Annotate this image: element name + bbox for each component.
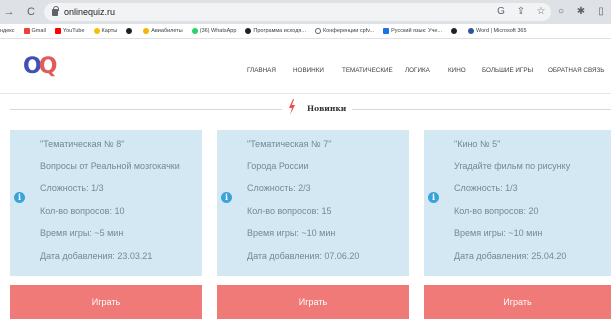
extension-icon[interactable]: ○ <box>555 5 567 19</box>
bookmark-github-2[interactable] <box>450 28 459 34</box>
section-title: Новинки <box>307 104 347 113</box>
site-header: OQ ГЛАВНАЯ НОВИНКИ ТЕМАТИЧЕСКИЕ ЛОГИКА К… <box>0 40 611 94</box>
bookmark-label: Программа исходя... <box>253 28 306 34</box>
quiz-difficulty: Сложность: 2/3 <box>247 183 311 193</box>
quiz-title: "Тематическая № 8" <box>40 139 125 149</box>
share-icon[interactable]: ⇪ <box>515 5 527 19</box>
url-text: onlinequiz.ru <box>64 7 116 17</box>
bookmark-label: Русский язык: Уче... <box>391 28 442 34</box>
gmail-icon <box>23 28 30 34</box>
bookmark-russian[interactable]: Русский язык: Уче... <box>383 28 442 34</box>
bookmark-label: YouTube <box>62 28 85 34</box>
section-heading: Новинки <box>0 95 611 125</box>
quiz-date-added: Дата добавления: 07.06.20 <box>247 251 360 261</box>
quiz-date-added: Дата добавления: 23.03.21 <box>40 251 153 261</box>
menu-item-logic[interactable]: ЛОГИКА <box>405 67 430 74</box>
bookmark-label: Word | Microsoft 365 <box>475 28 527 34</box>
menu-item-home[interactable]: ГЛАВНАЯ <box>247 67 276 74</box>
reload-icon[interactable]: C <box>24 5 38 19</box>
quiz-title: "Тематическая № 7" <box>247 139 332 149</box>
quiz-card[interactable]: i "Тематическая № 7" Города России Сложн… <box>217 130 409 276</box>
quiz-duration: Время игры: ~5 мин <box>40 228 124 238</box>
bookmark-yandex[interactable]: ндекс <box>0 28 15 34</box>
bookmark-label: ндекс <box>0 28 15 34</box>
quiz-title: "Кино № 5" <box>454 139 501 149</box>
menu-item-cinema[interactable]: КИНО <box>448 67 466 74</box>
bookmark-conferences[interactable]: Конференции срfv... <box>315 28 374 34</box>
lightning-bolt-icon <box>288 99 296 115</box>
lock-icon <box>52 5 59 16</box>
bookmark-label: Gmail <box>31 28 46 34</box>
bookmark-word[interactable]: Word | Microsoft 365 <box>467 28 527 34</box>
quiz-question-count: Кол-во вопросов: 15 <box>247 206 332 216</box>
bookmark-flights[interactable]: Авиабилеты <box>143 28 183 34</box>
quiz-duration: Время игры: ~10 мин <box>454 228 543 238</box>
play-button[interactable]: Играть <box>10 285 202 319</box>
menu-item-new[interactable]: НОВИНКИ <box>293 67 324 74</box>
bookmark-label: Конференции срfv... <box>323 28 375 34</box>
url-field[interactable]: onlinequiz.ru <box>44 3 551 21</box>
puzzle-icon[interactable]: ✱ <box>575 5 587 19</box>
info-icon: i <box>428 192 439 203</box>
forward-arrow-icon[interactable]: → <box>2 5 16 19</box>
bookmark-label: Карты <box>101 28 118 34</box>
menu-item-big-games[interactable]: БОЛЬШИЕ ИГРЫ <box>482 67 533 74</box>
quiz-duration: Время игры: ~10 мин <box>247 228 336 238</box>
quiz-card[interactable]: i "Кино № 5" Угадайте фильм по рисунку С… <box>424 130 611 276</box>
bookmark-github[interactable] <box>126 28 134 34</box>
google-icon[interactable]: G <box>495 5 507 19</box>
bookmark-label: Авиабилеты <box>151 28 183 34</box>
info-icon: i <box>14 192 25 203</box>
quiz-date-added: Дата добавления: 25.04.20 <box>454 251 567 261</box>
quiz-subtitle: Угадайте фильм по рисунку <box>454 161 571 171</box>
heading-divider-left <box>10 109 282 110</box>
bookmark-star-icon[interactable]: ☆ <box>535 5 547 19</box>
play-button[interactable]: Играть <box>217 285 409 319</box>
browser-toolbar-icons: G ⇪ ☆ ○ ✱ ▯ <box>495 5 607 19</box>
menu-item-feedback[interactable]: ОБРАТНАЯ СВЯЗЬ <box>548 67 604 74</box>
quiz-difficulty: Сложность: 1/3 <box>40 183 104 193</box>
maps-pin-icon <box>93 28 100 34</box>
play-button[interactable]: Играть <box>424 285 611 319</box>
bookmark-label: (36) WhatsApp <box>199 28 237 34</box>
info-icon: i <box>221 192 232 203</box>
bookmarks-bar: ндекс Gmail YouTube Карты Авиабилеты (36… <box>0 24 611 39</box>
quiz-difficulty: Сложность: 1/3 <box>454 183 518 193</box>
conference-icon <box>315 28 321 34</box>
bookmark-youtube[interactable]: YouTube <box>54 28 85 34</box>
github-icon <box>450 28 457 34</box>
github-icon <box>245 28 252 34</box>
whatsapp-icon <box>191 28 198 34</box>
youtube-icon <box>54 28 61 34</box>
quiz-subtitle: Города России <box>247 161 309 171</box>
bookmark-gmail[interactable]: Gmail <box>23 28 46 34</box>
heading-divider-right <box>352 109 611 110</box>
quiz-subtitle: Вопросы от Реальной мозгокачки <box>40 161 180 171</box>
sidebar-icon[interactable]: ▯ <box>595 5 607 19</box>
book-icon <box>383 28 390 34</box>
main-menu: ГЛАВНАЯ НОВИНКИ ТЕМАТИЧЕСКИЕ ЛОГИКА КИНО… <box>0 67 611 77</box>
quiz-question-count: Кол-во вопросов: 10 <box>40 206 125 216</box>
menu-item-thematic[interactable]: ТЕМАТИЧЕСКИЕ <box>342 67 393 74</box>
browser-address-bar: → C onlinequiz.ru G ⇪ ☆ ○ ✱ ▯ <box>0 0 611 24</box>
quiz-question-count: Кол-во вопросов: 20 <box>454 206 539 216</box>
bookmark-program[interactable]: Программа исходя... <box>245 28 306 34</box>
microsoft-icon <box>467 28 474 34</box>
bookmark-whatsapp[interactable]: (36) WhatsApp <box>191 28 237 34</box>
plane-icon <box>143 28 150 34</box>
quiz-card[interactable]: i "Тематическая № 8" Вопросы от Реальной… <box>10 130 202 276</box>
bookmark-maps[interactable]: Карты <box>93 28 118 34</box>
github-icon <box>126 28 133 34</box>
